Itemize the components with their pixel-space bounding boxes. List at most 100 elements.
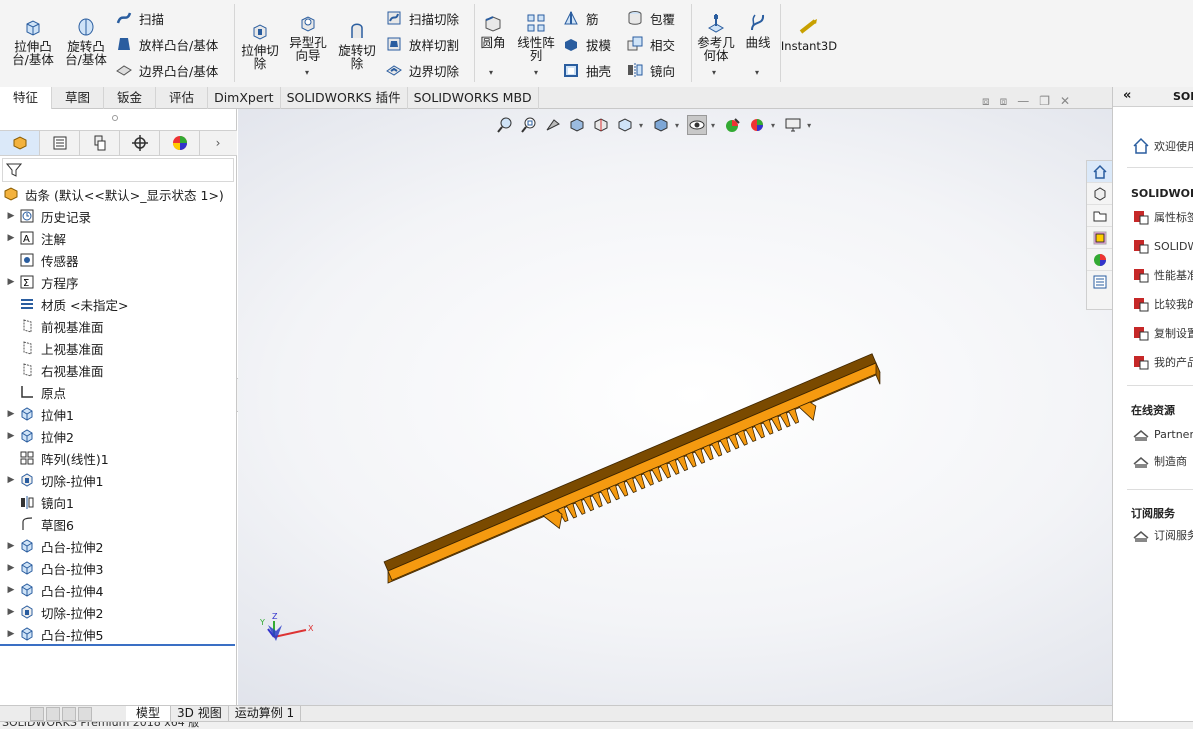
intersect-button[interactable]: 相交 <box>626 34 675 54</box>
tab-mbd[interactable]: SOLIDWORKS MBD <box>408 87 539 109</box>
task-pane-link[interactable]: SOLIDW <box>1131 236 1193 256</box>
tree-item[interactable]: 草图6 <box>0 513 236 535</box>
tab-sheet-metal[interactable]: 钣金 <box>104 87 157 109</box>
tree-item[interactable]: ▶ 拉伸1 <box>0 403 236 425</box>
hole-wizard-button[interactable]: 异型孔 向导 <box>286 12 330 62</box>
expand-arrow-icon[interactable]: ▶ <box>4 233 18 243</box>
tile-left-icon[interactable]: ⧈ <box>982 94 990 109</box>
view-settings-button[interactable] <box>783 115 803 135</box>
expand-arrow-icon[interactable]: ▶ <box>4 211 18 221</box>
fillet-button[interactable]: 圆角 <box>478 12 508 49</box>
design-library-tab[interactable] <box>1087 183 1113 205</box>
tree-item[interactable]: ▶ 拉伸2 <box>0 425 236 447</box>
tab-motion-study[interactable]: 运动算例 1 <box>229 705 302 722</box>
curves-dropdown[interactable]: ▾ <box>755 68 759 77</box>
tree-item[interactable]: ▶ 切除-拉伸1 <box>0 469 236 491</box>
tab-sketch[interactable]: 草图 <box>52 87 105 109</box>
configuration-manager-tab[interactable] <box>80 131 120 155</box>
hole-wizard-dropdown[interactable]: ▾ <box>305 68 309 77</box>
tab-addins[interactable]: SOLIDWORKS 插件 <box>281 87 408 109</box>
expand-arrow-icon[interactable]: ▶ <box>4 607 18 617</box>
edit-appearance-button[interactable] <box>723 115 743 135</box>
tab-evaluate[interactable]: 评估 <box>156 87 209 109</box>
revolve-cut-button[interactable]: 旋转切 除 <box>334 20 380 70</box>
wrap-button[interactable]: 包覆 <box>626 8 675 28</box>
file-explorer-tab[interactable] <box>1087 205 1113 227</box>
zoom-area-button[interactable] <box>519 115 539 135</box>
appearances-tab[interactable] <box>1087 249 1113 271</box>
task-pane-link[interactable]: 我的产品 <box>1131 352 1193 372</box>
boundary-cut-button[interactable]: 边界切除 <box>385 60 459 80</box>
tab-model[interactable]: 模型 <box>126 705 172 722</box>
view-orientation-dropdown[interactable]: ▾ <box>639 121 643 130</box>
display-manager-tab[interactable] <box>160 131 200 155</box>
tree-item[interactable]: ▶ 凸台-拉伸2 <box>0 535 236 557</box>
expand-arrow-icon[interactable]: ▶ <box>4 541 18 551</box>
instant3d-button[interactable]: Instant3D <box>781 16 837 53</box>
expand-arrow-icon[interactable]: ▶ <box>4 585 18 595</box>
task-pane-link[interactable]: 属性标签 <box>1131 207 1193 227</box>
resources-tab[interactable] <box>1087 161 1113 183</box>
tree-item[interactable]: 右视基准面 <box>0 359 236 381</box>
display-style-dropdown[interactable]: ▾ <box>675 121 679 130</box>
tab-dimxpert[interactable]: DimXpert <box>208 87 281 109</box>
minimize-icon[interactable]: — <box>1017 94 1029 109</box>
extrude-cut-button[interactable]: 拉伸切 除 <box>238 20 282 70</box>
expand-arrow-icon[interactable]: ▶ <box>4 409 18 419</box>
property-manager-tab[interactable] <box>40 131 80 155</box>
display-style-button[interactable] <box>651 115 671 135</box>
task-pane-link[interactable]: 比较我的 <box>1131 294 1193 314</box>
tree-item[interactable]: ▶ 凸台-拉伸5 <box>0 623 236 645</box>
rollback-bar[interactable] <box>0 644 235 646</box>
extrude-boss-button[interactable]: 拉伸凸 台/基体 <box>8 16 58 66</box>
expand-arrow-icon[interactable]: ▶ <box>4 563 18 573</box>
tree-item[interactable]: ▶ Σ 方程序 <box>0 271 236 293</box>
dimxpert-manager-tab[interactable] <box>120 131 160 155</box>
expand-arrow-icon[interactable]: ▶ <box>4 475 18 485</box>
hide-show-items-button[interactable] <box>687 115 708 135</box>
tree-item[interactable]: 原点 <box>0 381 236 403</box>
expand-arrow-icon[interactable]: ▶ <box>4 431 18 441</box>
boundary-boss-button[interactable]: 边界凸台/基体 <box>115 60 218 80</box>
revolve-boss-button[interactable]: 旋转凸 台/基体 <box>62 16 110 66</box>
tab-features[interactable]: 特征 <box>0 87 53 109</box>
tree-root-part[interactable]: 齿条 (默认<<默认>_显示状态 1>) <box>0 183 236 205</box>
rack-gear-model[interactable]: X Y Z <box>238 109 1112 705</box>
fillet-dropdown[interactable]: ▾ <box>489 68 493 77</box>
rib-button[interactable]: 筋 <box>562 8 599 28</box>
sweep-button[interactable]: 扫描 <box>115 8 164 28</box>
view-settings-dropdown[interactable]: ▾ <box>807 121 811 130</box>
tree-item[interactable]: ▶ 凸台-拉伸4 <box>0 579 236 601</box>
task-pane-link[interactable]: Partner <box>1131 424 1193 444</box>
hide-show-dropdown[interactable]: ▾ <box>711 121 715 130</box>
zoom-to-fit-button[interactable] <box>495 115 515 135</box>
mirror-button[interactable]: 镜向 <box>626 60 675 80</box>
expand-arrow-icon[interactable]: ▶ <box>4 629 18 639</box>
tile-right-icon[interactable]: ⧈ <box>1000 94 1008 109</box>
tree-item[interactable]: 阵列(线性)1 <box>0 447 236 469</box>
tree-item[interactable]: 镜向1 <box>0 491 236 513</box>
chevron-right-icon[interactable]: › <box>200 131 236 155</box>
tree-item[interactable]: ▶ A 注解 <box>0 227 236 249</box>
linear-pattern-dropdown[interactable]: ▾ <box>534 68 538 77</box>
scroll-prev-icon[interactable] <box>46 706 60 721</box>
draft-button[interactable]: 拔模 <box>562 34 611 54</box>
lofted-cut-button[interactable]: 放样切割 <box>385 34 459 54</box>
collapse-pane-icon[interactable]: « <box>1123 88 1131 103</box>
custom-properties-tab[interactable] <box>1087 271 1113 293</box>
task-pane-link[interactable]: 订阅服务 <box>1131 525 1193 545</box>
tree-item[interactable]: 传感器 <box>0 249 236 271</box>
dynamic-annotation-button[interactable] <box>591 115 611 135</box>
tree-item[interactable]: 材质 <未指定> <box>0 293 236 315</box>
view-orientation-button[interactable] <box>615 115 635 135</box>
task-pane-link[interactable]: 复制设置 <box>1131 323 1193 343</box>
panel-grip-icon[interactable] <box>112 115 118 121</box>
section-view-button[interactable] <box>567 115 587 135</box>
graphics-area[interactable]: X Y Z <box>238 109 1112 705</box>
curves-button[interactable]: 曲线 <box>742 12 774 49</box>
view-palette-tab[interactable] <box>1087 227 1113 249</box>
scroll-next-icon[interactable] <box>62 706 76 721</box>
linear-pattern-button[interactable]: 线性阵 列 <box>514 12 558 62</box>
reference-geometry-dropdown[interactable]: ▾ <box>712 68 716 77</box>
tree-item[interactable]: ▶ 历史记录 <box>0 205 236 227</box>
